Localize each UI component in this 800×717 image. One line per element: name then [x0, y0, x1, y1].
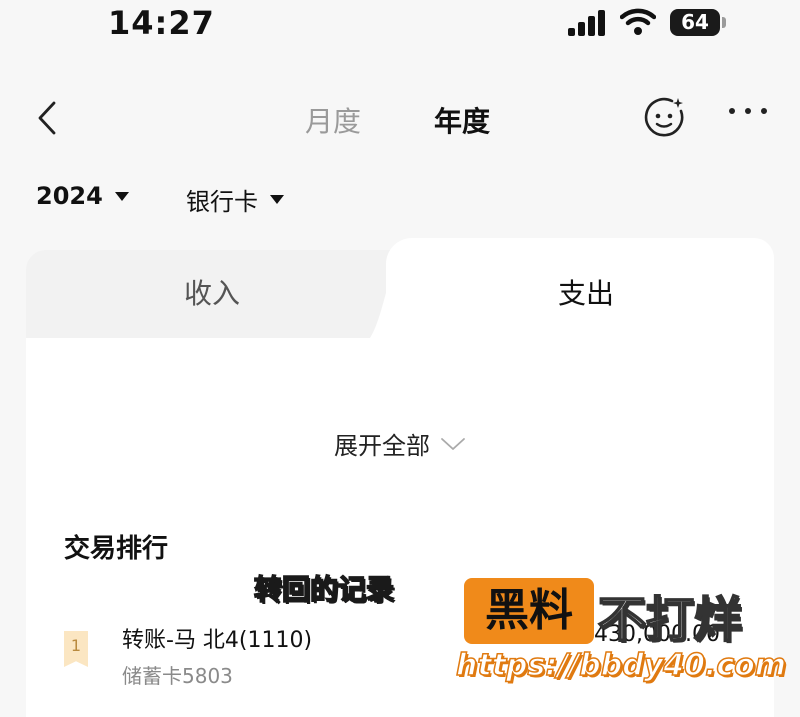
- expand-all-button[interactable]: 展开全部: [334, 426, 466, 461]
- filter-bar: 2024 银行卡: [0, 178, 800, 218]
- caret-down-icon: [270, 195, 284, 204]
- caret-down-icon: [114, 191, 129, 201]
- tab-yearly[interactable]: 年度: [434, 100, 490, 140]
- tab-monthly[interactable]: 月度: [305, 100, 361, 140]
- back-chevron-icon[interactable]: [36, 100, 58, 136]
- wifi-icon: [620, 8, 656, 35]
- account-selector[interactable]: 银行卡: [186, 182, 284, 217]
- transaction-title: 转账-马 北4(1110): [122, 628, 313, 653]
- cellular-signal-icon: [568, 10, 605, 36]
- expand-all-label: 展开全部: [334, 432, 430, 460]
- more-options-icon[interactable]: [728, 106, 768, 116]
- nav-bar: 月度 年度: [0, 88, 800, 148]
- ranking-title: 交易排行: [64, 534, 169, 564]
- year-selector[interactable]: 2024: [36, 182, 129, 210]
- battery-tip: [722, 17, 726, 28]
- tab-expense[interactable]: 支出: [558, 272, 614, 312]
- rank-badge: 1: [64, 631, 88, 667]
- chevron-down-icon: [441, 437, 465, 450]
- watermark-url: https://bbdy40.com: [455, 647, 787, 684]
- tab-income[interactable]: 收入: [184, 272, 240, 312]
- watermark-tagline: 不打烊: [597, 591, 743, 649]
- video-caption: 转回的记录: [253, 572, 395, 607]
- battery-indicator: 64: [670, 9, 720, 36]
- status-time: 14:27: [108, 4, 215, 42]
- watermark-logo: 黑料: [464, 578, 594, 644]
- ai-assistant-icon[interactable]: [642, 96, 686, 140]
- account-selector-label: 银行卡: [186, 188, 258, 216]
- transaction-account: 储蓄卡5803: [122, 664, 233, 688]
- status-bar: 14:27 64: [0, 0, 800, 50]
- year-selector-label: 2024: [36, 182, 103, 210]
